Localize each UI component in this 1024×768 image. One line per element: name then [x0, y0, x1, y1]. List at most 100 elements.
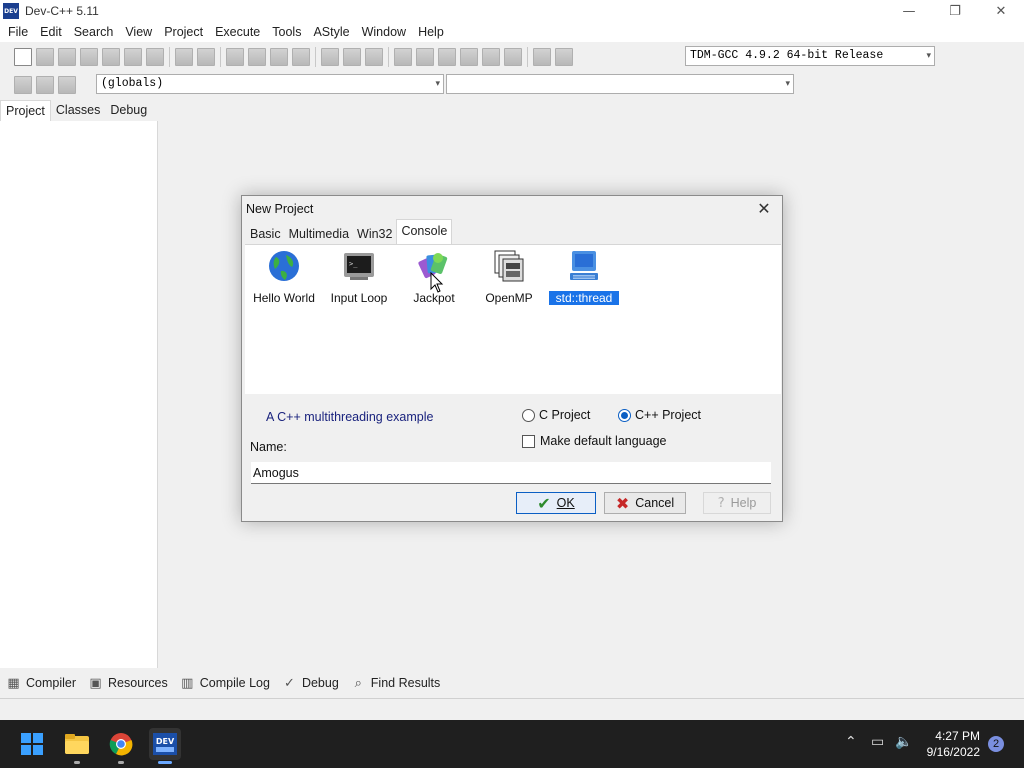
start-icon[interactable]	[16, 728, 48, 760]
taskbar-clock[interactable]: 4:27 PM 9/16/2022	[927, 728, 980, 760]
menu-help[interactable]: Help	[412, 25, 450, 39]
cancel-button[interactable]: ✖ Cancel	[604, 492, 686, 514]
menu-tools[interactable]: Tools	[266, 25, 307, 39]
tab-debug-output[interactable]: ✓ Debug	[282, 676, 339, 691]
compile-icon[interactable]	[394, 47, 412, 66]
restore-icon[interactable]: ❐	[932, 0, 978, 22]
unindent-icon[interactable]	[343, 47, 361, 66]
make-default-language-checkbox[interactable]: Make default language	[522, 434, 666, 448]
new-file-icon[interactable]	[14, 47, 32, 66]
svg-text:DEV: DEV	[156, 737, 175, 746]
template-input-loop[interactable]: >_ Input Loop	[324, 249, 394, 305]
tab-compile-log-label: Compile Log	[199, 676, 270, 690]
tab-compile-log[interactable]: ▥ Compile Log	[180, 676, 270, 691]
mouse-cursor-icon	[430, 272, 444, 293]
close-icon[interactable]: ✕	[754, 198, 774, 218]
undo-icon[interactable]	[175, 47, 193, 66]
menu-view[interactable]: View	[119, 25, 158, 39]
radio-cpp-project-circle[interactable]	[618, 408, 631, 422]
goto-bookmark-icon[interactable]	[58, 75, 76, 94]
x-icon: ✖	[615, 493, 630, 513]
checkbox-box[interactable]	[522, 434, 535, 448]
radio-c-project[interactable]: C Project	[522, 408, 590, 422]
tab-basic[interactable]: Basic	[246, 222, 285, 244]
devcpp-icon[interactable]: DEV	[149, 728, 181, 764]
menu-window[interactable]: Window	[356, 25, 412, 39]
open-file-icon[interactable]	[36, 47, 54, 66]
clock-date: 9/16/2022	[926, 745, 980, 759]
tab-project[interactable]: Project	[0, 100, 51, 122]
toolbar-separator	[220, 46, 221, 67]
tab-classes[interactable]: Classes	[51, 100, 105, 122]
file-explorer-icon[interactable]	[61, 728, 93, 764]
show-hidden-icons-icon[interactable]: ⌃	[845, 734, 857, 750]
project-name-input[interactable]	[251, 462, 771, 484]
tab-multimedia[interactable]: Multimedia	[285, 222, 353, 244]
compile-run-icon[interactable]	[438, 47, 456, 66]
save-icon[interactable]	[58, 47, 76, 66]
toggle-comment-icon[interactable]	[365, 47, 383, 66]
radio-c-project-circle[interactable]	[522, 408, 535, 422]
dialog-title: New Project	[246, 202, 314, 216]
rebuild-icon[interactable]	[460, 47, 478, 66]
insert-icon[interactable]	[14, 75, 32, 94]
chrome-icon[interactable]	[105, 728, 137, 764]
bookmark-icon[interactable]	[36, 75, 54, 94]
project-tree-panel[interactable]	[0, 121, 158, 668]
find-next-icon[interactable]	[270, 47, 288, 66]
help-button[interactable]: ? Help	[703, 492, 771, 514]
save-all-icon[interactable]	[80, 47, 98, 66]
help-icon: ?	[717, 495, 725, 511]
volume-icon[interactable]: 🔈	[895, 734, 912, 750]
class-toolbar: (globals) ▾ ▾	[0, 71, 800, 98]
radio-cpp-project[interactable]: C++ Project	[618, 408, 701, 422]
dialog-tabs: Basic Multimedia Win32 Console	[246, 219, 453, 244]
print-icon[interactable]	[146, 47, 164, 66]
template-label: Hello World	[253, 291, 315, 305]
menu-project[interactable]: Project	[158, 25, 209, 39]
profile-icon[interactable]	[555, 47, 573, 66]
stop-icon[interactable]	[504, 47, 522, 66]
close-all-icon[interactable]	[124, 47, 142, 66]
chevron-down-icon: ▾	[926, 51, 931, 61]
run-icon[interactable]	[416, 47, 434, 66]
indent-icon[interactable]	[321, 47, 339, 66]
template-openmp[interactable]: OpenMP	[474, 249, 544, 305]
tab-win32[interactable]: Win32	[353, 222, 396, 244]
ok-button[interactable]: ✔ OK	[516, 492, 596, 514]
status-bar	[0, 698, 1024, 720]
template-std-thread[interactable]: std::thread	[548, 249, 620, 306]
project-options-icon[interactable]	[533, 47, 551, 66]
terminal-icon: >_	[344, 253, 374, 280]
menu-execute[interactable]: Execute	[209, 25, 266, 39]
tab-resources[interactable]: ▣ Resources	[88, 676, 167, 691]
template-hello-world[interactable]: Hello World	[249, 249, 319, 305]
clock-time: 4:27 PM	[935, 729, 980, 743]
network-icon[interactable]: ▭	[871, 734, 884, 750]
tab-compiler[interactable]: ▦ Compiler	[6, 676, 76, 691]
tab-debug[interactable]: Debug	[105, 100, 152, 122]
menu-edit[interactable]: Edit	[34, 25, 68, 39]
find-icon[interactable]	[226, 47, 244, 66]
chevron-down-icon: ▾	[785, 79, 790, 89]
template-list: Hello World >_ Input Loop Jackpot OpenMP…	[245, 244, 781, 394]
menu-astyle[interactable]: AStyle	[307, 25, 355, 39]
minimize-icon[interactable]: —	[886, 0, 932, 22]
replace-icon[interactable]	[248, 47, 266, 66]
menu-file[interactable]: File	[2, 25, 34, 39]
svg-text:>_: >_	[349, 260, 358, 268]
notification-badge[interactable]: 2	[988, 736, 1004, 752]
close-icon[interactable]: ✕	[978, 0, 1024, 22]
tab-console[interactable]: Console	[396, 219, 453, 244]
running-indicator	[118, 761, 124, 764]
tab-find-results-label: Find Results	[370, 676, 441, 690]
goto-line-icon[interactable]	[292, 47, 310, 66]
close-file-icon[interactable]	[102, 47, 120, 66]
member-select[interactable]: ▾	[446, 74, 794, 94]
menu-search[interactable]: Search	[68, 25, 120, 39]
scope-select[interactable]: (globals) ▾	[96, 74, 444, 94]
syntax-check-icon[interactable]	[482, 47, 500, 66]
tab-find-results[interactable]: ⌕ Find Results	[351, 676, 441, 691]
compiler-select[interactable]: TDM-GCC 4.9.2 64-bit Release ▾	[685, 46, 935, 66]
redo-icon[interactable]	[197, 47, 215, 66]
